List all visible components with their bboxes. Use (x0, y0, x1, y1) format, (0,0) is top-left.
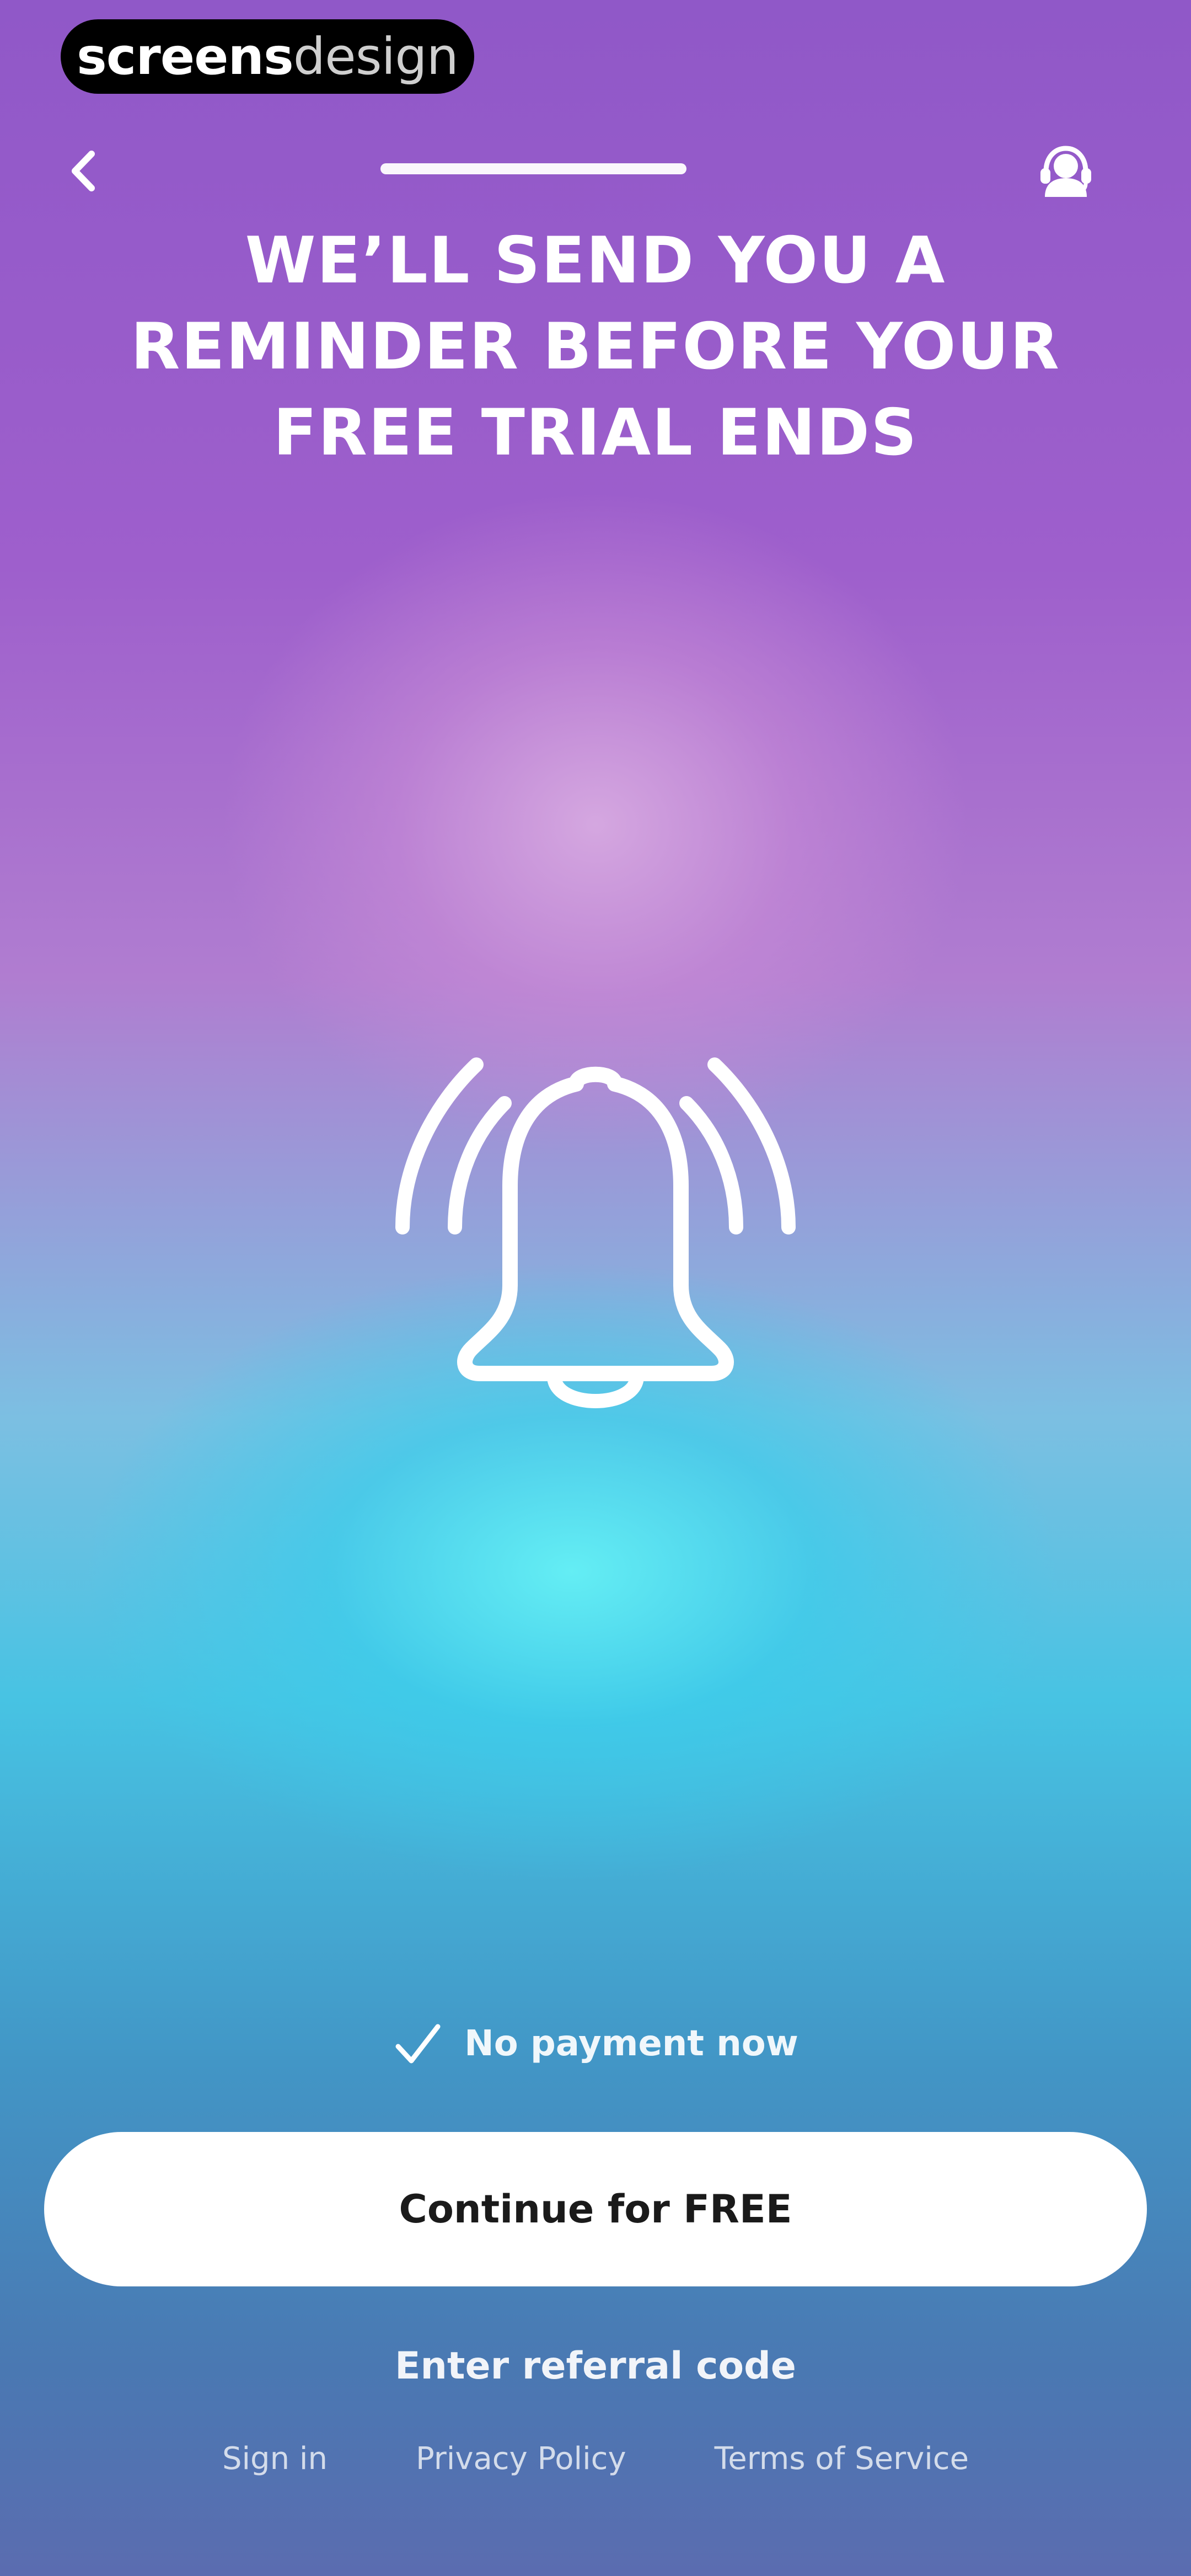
back-button[interactable] (61, 143, 105, 199)
support-agent-icon (1040, 146, 1091, 197)
continue-free-button[interactable]: Continue for FREE (44, 2132, 1147, 2286)
footer-links: Sign in Privacy Policy Terms of Service (0, 2441, 1191, 2477)
referral-code-link[interactable]: Enter referral code (0, 2344, 1191, 2388)
chevron-left-icon (72, 151, 95, 191)
no-payment-note: No payment now (0, 2019, 1191, 2069)
onboarding-reminder-screen: screens design WE’LL SEND YOU A REMINDER … (0, 0, 1191, 2576)
ringing-bell-icon (395, 1057, 796, 1408)
no-payment-label: No payment now (464, 2023, 798, 2064)
screensdesign-watermark: screens design (61, 19, 474, 94)
brand-light-text: design (293, 27, 459, 86)
check-icon (395, 2024, 441, 2064)
onboarding-progress-bar (380, 163, 686, 174)
brand-bold-text: screens (77, 27, 294, 86)
title-line-1: WE’LL SEND YOU A (245, 223, 946, 298)
title-line-2: REMINDER BEFORE YOUR (131, 309, 1060, 384)
terms-of-service-link[interactable]: Terms of Service (715, 2441, 969, 2477)
title-line-3: FREE TRIAL ENDS (273, 396, 918, 470)
privacy-policy-link[interactable]: Privacy Policy (416, 2441, 626, 2477)
bell-illustration (386, 1043, 805, 1451)
support-button[interactable] (1030, 137, 1102, 209)
sign-in-link[interactable]: Sign in (222, 2441, 328, 2477)
page-title: WE’LL SEND YOU A REMINDER BEFORE YOUR FR… (88, 218, 1103, 476)
